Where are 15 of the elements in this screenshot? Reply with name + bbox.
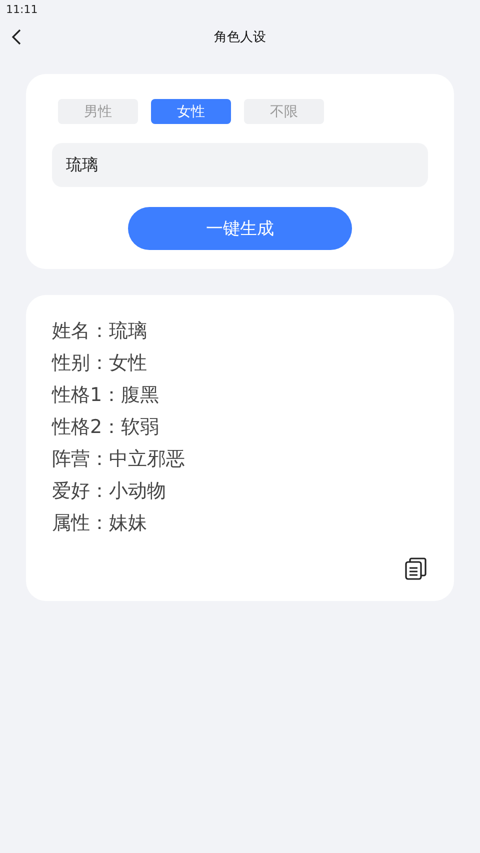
gender-tab[interactable]: 女性 xyxy=(151,99,231,124)
result-line: 阵营：中立邪恶 xyxy=(52,447,186,472)
result-line: 属性：妹妹 xyxy=(52,511,148,536)
status-time: 11:11 xyxy=(6,2,38,16)
result-line: 性格1：腹黑 xyxy=(52,383,160,408)
result-line: 性格2：软弱 xyxy=(52,415,160,440)
generate-button[interactable]: 一键生成 xyxy=(128,207,352,250)
copy-icon[interactable] xyxy=(404,557,428,581)
result-line: 性别：女性 xyxy=(52,351,148,376)
page-title: 角色人设 xyxy=(214,29,266,46)
gender-tab[interactable]: 不限 xyxy=(244,99,324,124)
result-line: 姓名：琉璃 xyxy=(52,319,148,344)
gender-tab[interactable]: 男性 xyxy=(58,99,138,124)
name-field[interactable]: 琉璃 xyxy=(52,143,428,187)
result-line: 爱好：小动物 xyxy=(52,479,167,504)
